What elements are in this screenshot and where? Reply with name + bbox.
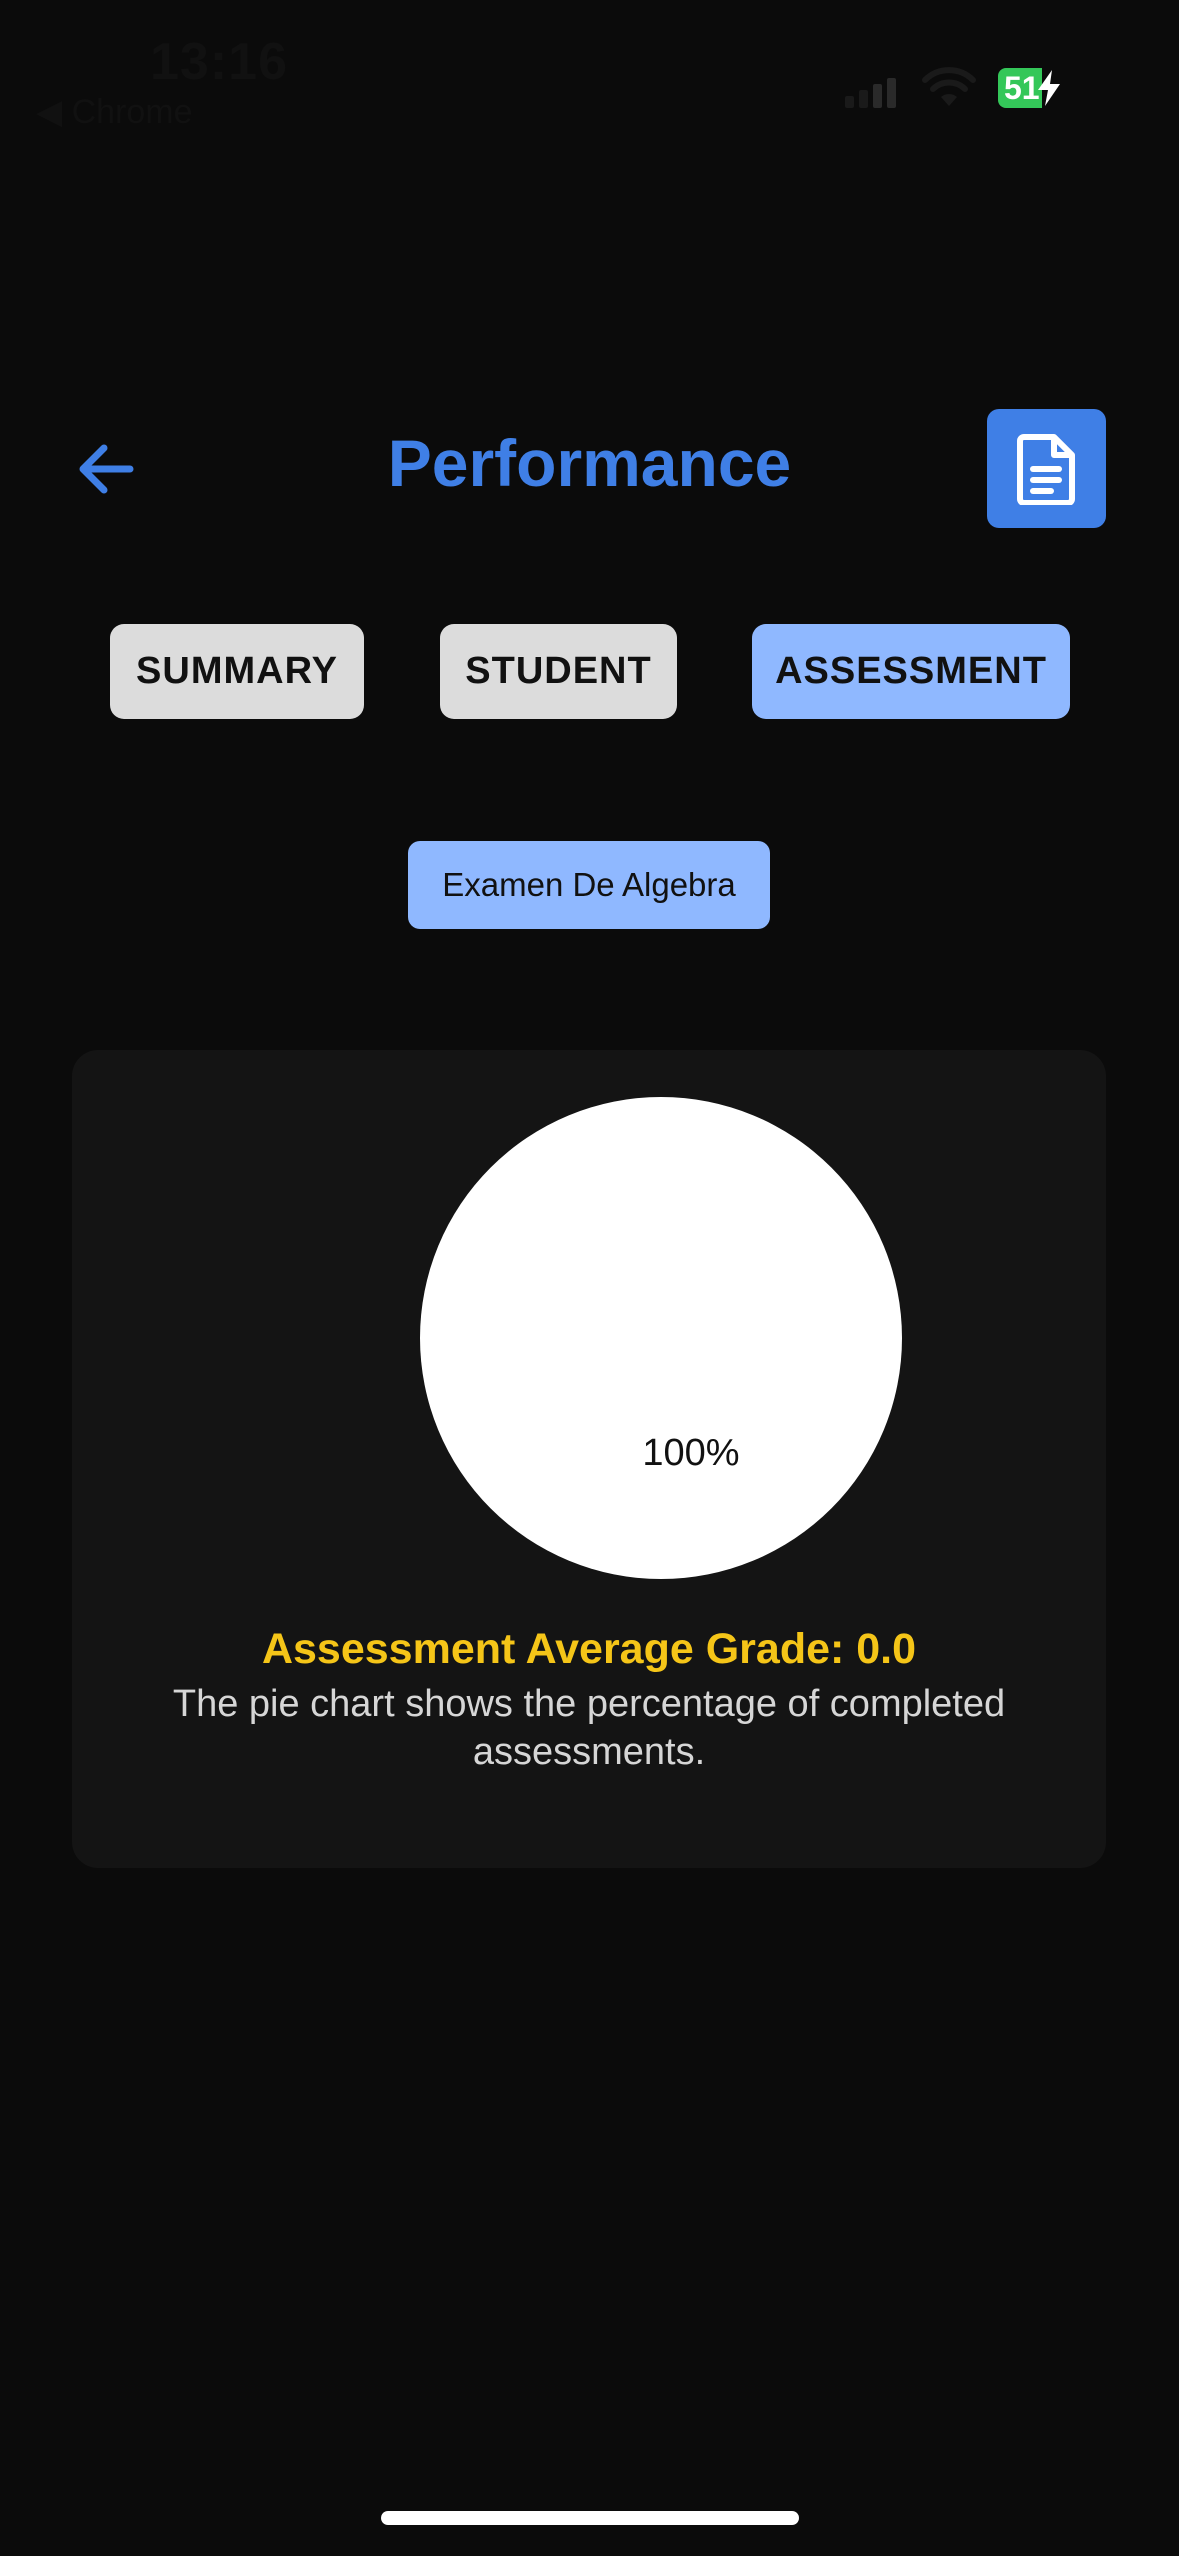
assessment-selector[interactable]: Examen De Algebra: [408, 841, 770, 929]
battery-indicator: 51: [998, 68, 1062, 108]
back-to-app-link[interactable]: ◀ Chrome: [36, 92, 193, 132]
tab-student[interactable]: STUDENT: [440, 624, 677, 719]
chart-card: 100% Assessment Average Grade: 0.0 The p…: [72, 1050, 1106, 1868]
average-grade: Assessment Average Grade: 0.0: [261, 1625, 917, 1673]
pie-chart-svg: 100%: [420, 1097, 902, 1579]
document-icon: [1016, 433, 1075, 505]
pie-slice: [420, 1097, 902, 1579]
pie-chart: 100%: [420, 1097, 902, 1579]
home-indicator[interactable]: [381, 2511, 799, 2525]
status-time: 13:16: [150, 33, 288, 91]
report-button[interactable]: [987, 409, 1106, 528]
wifi-icon: [922, 67, 976, 106]
cellular-signal-icon: [845, 78, 896, 108]
tab-assessment[interactable]: ASSESSMENT: [752, 624, 1070, 719]
charging-bolt-icon: [1037, 70, 1060, 106]
tab-summary[interactable]: SUMMARY: [110, 624, 364, 719]
chart-description: The pie chart shows the percentage of co…: [172, 1683, 1006, 1773]
pie-slice-label: 100%: [642, 1432, 739, 1474]
